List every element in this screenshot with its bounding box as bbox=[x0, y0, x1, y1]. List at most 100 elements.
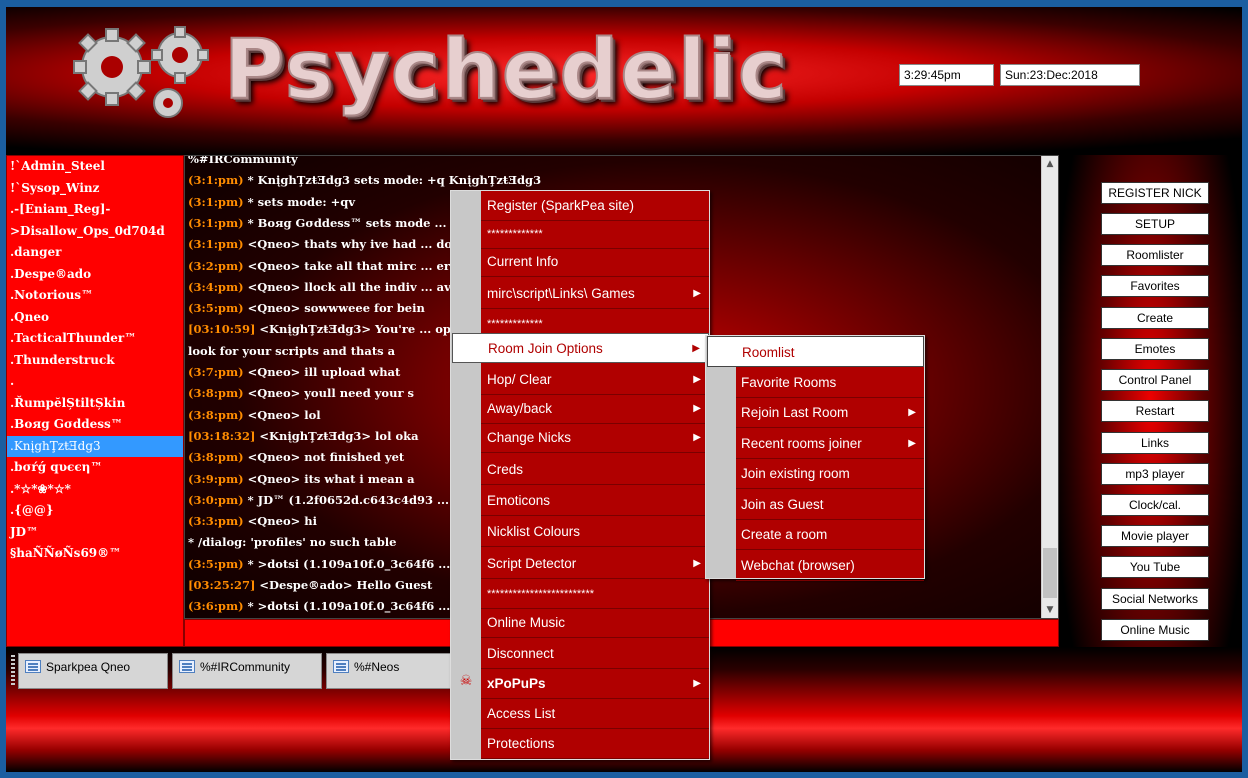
nick-item[interactable]: .ŘumpĕlȘtiltȘkin bbox=[7, 393, 183, 415]
chat-text: <Qneo> its what i mean a bbox=[247, 471, 415, 486]
create-button[interactable]: Create bbox=[1101, 307, 1209, 329]
menu-item-label: ************************* bbox=[487, 588, 595, 600]
chat-line: (3:9:pm) <Qneo> its what i mean a bbox=[188, 472, 415, 486]
chat-timestamp: (3:1:pm) bbox=[188, 173, 244, 188]
menu-item[interactable]: Creds bbox=[481, 455, 709, 485]
register-nick-button[interactable]: REGISTER NICK bbox=[1101, 182, 1209, 204]
nick-item[interactable]: .danger bbox=[7, 242, 183, 264]
menu-item[interactable]: xPoPuPs ▶ bbox=[481, 669, 709, 699]
chat-line: * /dialog: 'profiles' no such table bbox=[188, 535, 396, 549]
scroll-thumb[interactable] bbox=[1043, 548, 1057, 598]
links-button[interactable]: Links bbox=[1101, 432, 1209, 454]
control-panel-button[interactable]: Control Panel bbox=[1101, 369, 1209, 391]
chat-text: %#IRCommunity bbox=[188, 155, 298, 166]
menu-item-label: Creds bbox=[487, 462, 524, 477]
nick-item[interactable]: .TacticalThunder™ bbox=[7, 328, 183, 350]
menu-item[interactable]: Emoticons bbox=[481, 486, 709, 516]
emotes-button[interactable]: Emotes bbox=[1101, 338, 1209, 360]
menu-item[interactable]: Room Join Options ▶ bbox=[452, 333, 709, 363]
menu-item[interactable]: Script Detector ▶ bbox=[481, 549, 709, 579]
menu-item[interactable]: Protections bbox=[481, 729, 709, 759]
submenu-item[interactable]: Rejoin Last Room ▶ bbox=[736, 397, 924, 428]
submenu-item[interactable]: Recent rooms joiner ▶ bbox=[736, 428, 924, 459]
menu-item[interactable]: ************* bbox=[481, 219, 709, 249]
scroll-up-icon[interactable]: ▲ bbox=[1042, 156, 1058, 172]
nick-item[interactable]: .-[Eniam_Reg]- bbox=[7, 199, 183, 221]
menu-item-label: Script Detector bbox=[487, 556, 577, 571]
menu-item[interactable]: Online Music bbox=[481, 608, 709, 638]
menu-item-label: ************* bbox=[487, 318, 543, 330]
chat-text: <Despe®ado> Hello Guest bbox=[259, 578, 433, 592]
nick-item[interactable]: .*☆*❀*☆* bbox=[7, 479, 183, 501]
right-button-panel: REGISTER NICK SETUP Roomlister Favorites… bbox=[1059, 155, 1242, 647]
submenu-item[interactable]: Join as Guest bbox=[736, 489, 924, 520]
menu-item[interactable]: mirc\script\Links\ Games ▶ bbox=[481, 279, 709, 309]
submenu-item[interactable]: Webchat (browser) bbox=[736, 550, 924, 581]
nick-item[interactable]: .Thunderstruck bbox=[7, 350, 183, 372]
chat-text: <Qneo> sowwweee for bein bbox=[247, 301, 425, 316]
menu-item[interactable]: Nicklist Colours bbox=[481, 517, 709, 547]
menu-item[interactable]: Change Nicks ▶ bbox=[481, 423, 709, 453]
chat-timestamp: (3:9:pm) bbox=[188, 471, 244, 486]
menu-gutter bbox=[706, 336, 736, 578]
restart-button[interactable]: Restart bbox=[1101, 400, 1209, 422]
chat-line: (3:1:pm) * sets mode: +qv bbox=[188, 195, 355, 209]
chat-timestamp: [03:18:32] bbox=[188, 428, 256, 443]
submenu-item[interactable]: Favorite Rooms bbox=[736, 367, 924, 398]
nick-item[interactable]: JD™ bbox=[7, 522, 183, 544]
submenu-item[interactable]: Roomlist bbox=[707, 336, 924, 367]
chat-line: (3:5:pm) <Qneo> sowwweee for bein bbox=[188, 301, 425, 315]
nick-item[interactable]: !`Sysop_Winz bbox=[7, 178, 183, 200]
chat-line: [03:18:32] <KnįghŢzŧƎdg3> lol oka bbox=[188, 429, 419, 443]
online-music-button[interactable]: Online Music bbox=[1101, 619, 1209, 641]
clock-cal-button[interactable]: Clock/cal. bbox=[1101, 494, 1209, 516]
setup-button[interactable]: SETUP bbox=[1101, 213, 1209, 235]
submenu-item[interactable]: Join existing room bbox=[736, 458, 924, 489]
social-networks-button[interactable]: Social Networks bbox=[1101, 588, 1209, 610]
tab-ircommunity[interactable]: %#IRCommunity bbox=[172, 653, 322, 689]
nick-list[interactable]: !`Admin_Steel !`Sysop_Winz .-[Eniam_Reg]… bbox=[6, 155, 184, 647]
nick-item[interactable]: .{@@} bbox=[7, 500, 183, 522]
menu-item[interactable]: Current Info bbox=[481, 247, 709, 277]
chat-timestamp: (3:3:pm) bbox=[188, 514, 244, 529]
tab-neos[interactable]: %#Neos bbox=[326, 653, 456, 689]
nick-item[interactable]: !`Admin_Steel bbox=[7, 156, 183, 178]
chat-text: <KnįghŢzŧƎdg3> lol oka bbox=[259, 428, 419, 443]
menu-item[interactable]: Disconnect bbox=[481, 639, 709, 669]
submenu-item[interactable]: Create a room bbox=[736, 519, 924, 550]
chat-scrollbar[interactable]: ▲ ▼ bbox=[1041, 156, 1058, 618]
menu-item[interactable]: Away/back ▶ bbox=[481, 394, 709, 424]
nick-item[interactable]: >Disallow_Ops_0d704d bbox=[7, 221, 183, 243]
menu-item[interactable]: Hop/ Clear ▶ bbox=[481, 365, 709, 395]
chat-text: <Qneo> youll need your s bbox=[247, 386, 414, 401]
nick-item[interactable]: .Despe®ado bbox=[7, 264, 183, 286]
favorites-button[interactable]: Favorites bbox=[1101, 275, 1209, 297]
chat-text: * Boяg Gσddess™ sets mode ... g3 bbox=[247, 215, 467, 230]
switchbar-grip[interactable] bbox=[11, 655, 15, 685]
tab-sparkpea-qneo[interactable]: Sparkpea Qneo bbox=[18, 653, 168, 689]
chat-text: * KnįghŢzŧƎdg3 sets mode: +q KnįghŢzŧƎdg… bbox=[247, 173, 542, 188]
roomlister-button[interactable]: Roomlister bbox=[1101, 244, 1209, 266]
menu-item[interactable]: Access List bbox=[481, 699, 709, 729]
movie-player-button[interactable]: Movie player bbox=[1101, 525, 1209, 547]
nick-item[interactable]: .Notorious™ bbox=[7, 285, 183, 307]
menu-item[interactable]: ************************* bbox=[481, 579, 709, 609]
youtube-button[interactable]: You Tube bbox=[1101, 556, 1209, 578]
nick-item[interactable]: .Qneo bbox=[7, 307, 183, 329]
nick-item-selected[interactable]: .KnįghŢzŧƎdg3 bbox=[7, 435, 183, 457]
menu-item-label: Nicklist Colours bbox=[487, 524, 581, 539]
chevron-right-icon: ▶ bbox=[693, 288, 701, 299]
nick-item[interactable]: . bbox=[7, 371, 183, 393]
menu-item-label: Disconnect bbox=[487, 646, 554, 661]
mp3-player-button[interactable]: mp3 player bbox=[1101, 463, 1209, 485]
nick-item[interactable]: .Boяg Gσddess™ bbox=[7, 414, 183, 436]
nick-item[interactable]: §haÑÑøÑs69®™ bbox=[7, 543, 183, 565]
menu-item[interactable]: Register (SparkPea site) bbox=[481, 191, 709, 221]
chat-timestamp: (3:1:pm) bbox=[188, 237, 244, 252]
nick-item[interactable]: .bσŕǵ qυєєη™ bbox=[7, 457, 183, 479]
channel-window-icon bbox=[333, 660, 349, 673]
menu-item-label: mirc\script\Links\ Games bbox=[487, 286, 635, 301]
scroll-down-icon[interactable]: ▼ bbox=[1042, 602, 1058, 618]
gears-icon bbox=[73, 26, 209, 118]
date-display: Sun:23:Dec:2018 bbox=[1000, 64, 1140, 86]
